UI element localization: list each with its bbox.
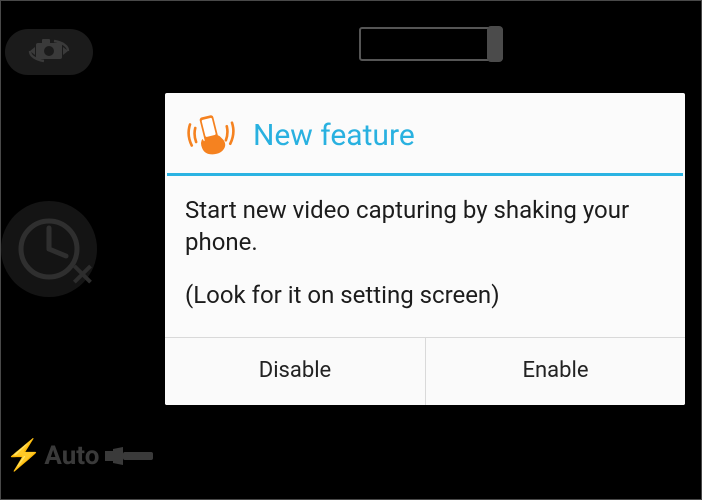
timer-disabled-x-icon: ✕ [70, 258, 95, 293]
dialog-body: Start new video capturing by shaking you… [165, 176, 685, 337]
dialog-body-line-1: Start new video capturing by shaking you… [185, 194, 665, 259]
timer-button[interactable]: ✕ [1, 201, 97, 297]
dialog-header: New feature [165, 93, 685, 173]
switch-camera-icon [26, 37, 72, 67]
dialog-title: New feature [253, 118, 415, 153]
dialog-body-line-2: (Look for it on setting screen) [185, 279, 665, 311]
flash-mode-label: Auto [44, 441, 99, 471]
switch-camera-button[interactable] [5, 29, 93, 75]
zoom-slider-thumb[interactable] [487, 26, 503, 62]
zoom-slider[interactable] [359, 27, 503, 61]
disable-button[interactable]: Disable [165, 338, 425, 405]
enable-button[interactable]: Enable [425, 338, 685, 405]
torch-icon [105, 445, 155, 467]
flash-mode-button[interactable]: ⚡ Auto [5, 441, 155, 471]
new-feature-dialog: New feature Start new video capturing by… [165, 93, 685, 405]
shake-phone-icon [183, 107, 239, 163]
dialog-actions: Disable Enable [165, 337, 685, 405]
bolt-icon: ⚡ [5, 441, 42, 471]
